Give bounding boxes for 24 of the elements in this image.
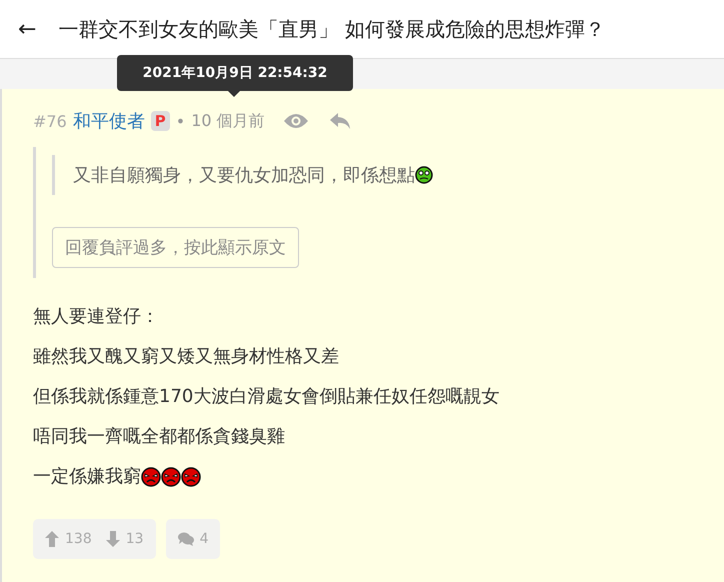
- separator-dot: •: [176, 112, 186, 130]
- upvote-button[interactable]: 138: [45, 531, 92, 547]
- show-original-button[interactable]: 回覆負評過多，按此顯示原文: [52, 227, 299, 268]
- tooltip-arrow-icon: [227, 90, 241, 97]
- post-number: #76: [33, 112, 67, 130]
- arrow-up-icon: [45, 531, 59, 547]
- timestamp-tooltip: 2021年10月9日 22:54:32: [117, 55, 353, 91]
- post-text: 雖然我又醜又窮又矮又無身材性格又差: [33, 345, 339, 369]
- post-text: 但係我就係鍾意170大波白滑處女會倒貼兼任奴任怨嘅靚女: [33, 385, 500, 409]
- quote-text: 又非自願獨身，又要仇女加恐同，即係想點: [73, 164, 415, 187]
- post-text: 一定係嫌我窮: [33, 465, 141, 489]
- eye-icon[interactable]: [282, 113, 309, 129]
- comments-icon: [178, 532, 194, 546]
- user-badge: P: [150, 111, 170, 131]
- arrow-down-icon: [106, 531, 120, 547]
- post-time: 10 個月前: [191, 110, 265, 132]
- post-text: 唔同我一齊嘅全都都係貪錢臭雞: [33, 425, 285, 449]
- reply-icon[interactable]: [328, 112, 351, 130]
- author-link[interactable]: 和平使者: [72, 109, 145, 133]
- post-text: 無人要連登仔：: [33, 305, 159, 329]
- downvote-button[interactable]: 13: [106, 531, 144, 547]
- thread-title: 一群交不到女友的歐美「直男」 如何發展成危險的思想炸彈？: [58, 16, 605, 42]
- replies-button[interactable]: 4: [178, 531, 208, 547]
- back-button[interactable]: ←: [18, 16, 36, 42]
